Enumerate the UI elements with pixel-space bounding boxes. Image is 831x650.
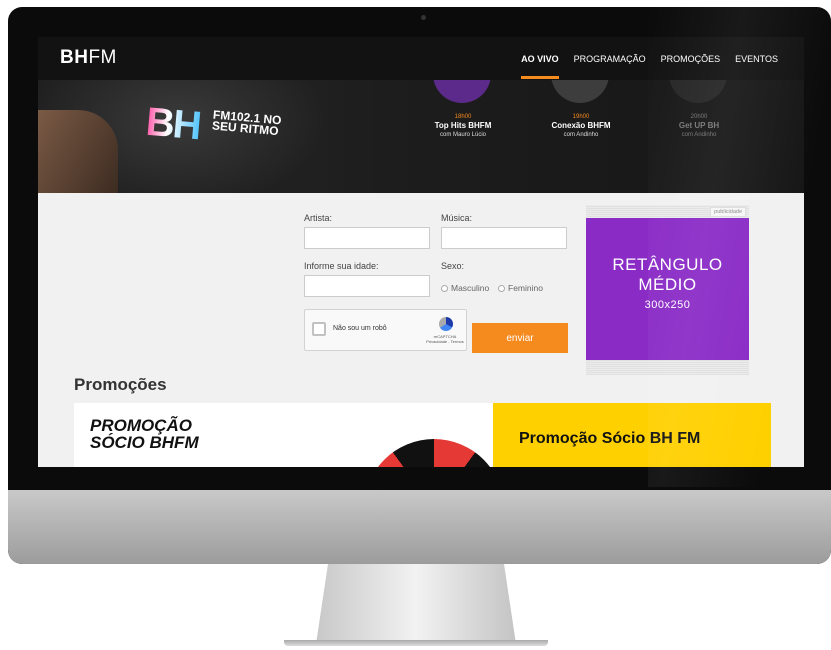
radio-female-label: Feminino	[508, 283, 543, 293]
camera-icon	[421, 15, 426, 20]
radio-male[interactable]: Masculino	[441, 283, 489, 293]
banner-left-line-2: SÓCIO BHFM	[90, 433, 199, 452]
recaptcha-brand: reCAPTCHA Privacidade - Termos	[423, 334, 467, 344]
banner-right-panel: Promoção Sócio BH FM	[493, 403, 771, 467]
recaptcha-links[interactable]: Privacidade - Termos	[426, 339, 464, 344]
show-host: com Mauro Lúcio	[439, 132, 487, 138]
song-label: Música:	[441, 213, 473, 223]
host-arm-image	[38, 110, 118, 193]
show-time: 20h00	[690, 114, 708, 120]
song-input[interactable]	[441, 227, 567, 249]
submit-button[interactable]: enviar	[472, 323, 568, 353]
promotions-heading: Promoções	[74, 375, 167, 394]
radio-female[interactable]: Feminino	[498, 283, 543, 293]
recaptcha-checkbox[interactable]	[312, 322, 326, 336]
age-input[interactable]	[304, 275, 430, 297]
ad-line-1: RETÂNGULO	[612, 255, 723, 274]
show-name: Conexão BHFM	[551, 121, 611, 130]
browser-screen: BHFM AO VIVO PROGRAMAÇÃO PROMOÇÕES EVENT…	[38, 37, 804, 467]
recaptcha-label: Não sou um robô	[333, 325, 387, 332]
nav-item-programacao[interactable]: PROGRAMAÇÃO	[574, 54, 646, 64]
recaptcha-widget: Não sou um robô reCAPTCHA Privacidade - T…	[304, 309, 467, 351]
monitor-frame: BHFM AO VIVO PROGRAMAÇÃO PROMOÇÕES EVENT…	[8, 7, 831, 564]
ad-line-2: MÉDIO	[638, 275, 697, 294]
show-name: Get UP BH	[678, 121, 720, 130]
show-time: 18h00	[454, 114, 472, 120]
main-menu: AO VIVO PROGRAMAÇÃO PROMOÇÕES EVENTOS	[521, 54, 778, 79]
live-hero-banner: BH FM102.1 NO SEU RITMO 18h00 Top Hits B…	[38, 80, 804, 193]
show-host: com Andinho	[681, 132, 717, 138]
sex-label: Sexo:	[441, 261, 465, 271]
logo-fm: FM	[88, 47, 117, 68]
shirt-logo: BH FM102.1 NO SEU RITMO	[144, 99, 282, 150]
show-host: com Andinho	[563, 132, 599, 138]
shirt-logo-bh: BH	[144, 99, 202, 149]
show-image	[433, 80, 491, 103]
artist-input[interactable]	[304, 227, 430, 249]
age-label: Informe sua idade:	[304, 261, 379, 271]
banner-right-title: Promoção Sócio BH FM	[519, 430, 701, 447]
show-name: Top Hits BHFM	[434, 121, 492, 130]
monitor-base	[284, 640, 548, 646]
recaptcha-logo-icon	[439, 317, 453, 331]
top-navbar: BHFM AO VIVO PROGRAMAÇÃO PROMOÇÕES EVENT…	[38, 37, 804, 80]
radio-male-circle[interactable]	[441, 284, 448, 292]
show-time: 19h00	[572, 114, 590, 120]
radio-male-label: Masculino	[451, 283, 490, 293]
radio-female-circle[interactable]	[498, 284, 505, 292]
nav-item-eventos[interactable]: EVENTOS	[735, 54, 778, 64]
logo-bh: BH	[60, 47, 89, 68]
ad-slot: publicidade RETÂNGULO MÉDIO 300x250	[586, 205, 749, 375]
site-logo[interactable]: BHFM	[60, 47, 117, 69]
song-request-form: Artista: Música: Informe sua idade: Sexo…	[38, 193, 804, 375]
banner-left-text: PROMOÇÃO SÓCIO BHFM	[90, 417, 199, 451]
nav-item-ao-vivo[interactable]: AO VIVO	[521, 54, 559, 79]
shirt-logo-tagline: FM102.1 NO SEU RITMO	[211, 107, 283, 139]
ad-medium-rectangle[interactable]: RETÂNGULO MÉDIO 300x250	[586, 218, 749, 360]
ad-size: 300x250	[644, 299, 691, 311]
monitor-stand	[316, 564, 516, 644]
prize-wheel-image	[364, 439, 504, 467]
monitor-chin	[8, 490, 831, 564]
show-image	[669, 80, 727, 103]
nav-item-promocoes[interactable]: PROMOÇÕES	[661, 54, 721, 64]
artist-label: Artista:	[304, 213, 333, 223]
promotion-banner[interactable]: PROMOÇÃO SÓCIO BHFM Promoção Sócio BH FM	[74, 403, 771, 467]
ad-tag: publicidade	[710, 207, 746, 217]
show-image	[551, 80, 609, 103]
